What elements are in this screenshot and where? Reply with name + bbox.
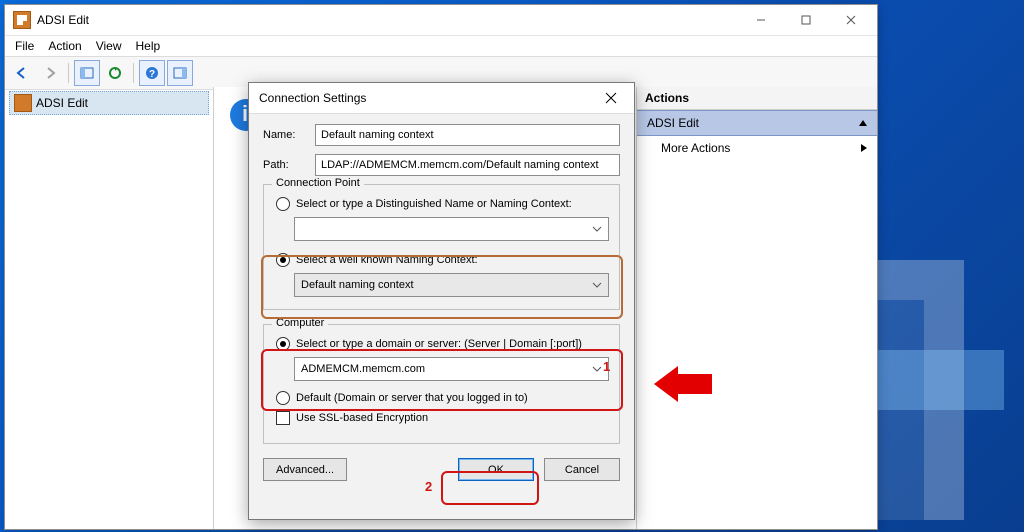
tree-root-adsi-edit[interactable]: ADSI Edit bbox=[9, 91, 209, 115]
cp-wellknown-combo[interactable]: Default naming context bbox=[294, 273, 609, 297]
show-hide-tree-button[interactable] bbox=[74, 60, 100, 86]
connection-settings-dialog: Connection Settings Name: Default naming… bbox=[248, 82, 635, 520]
tree-root-label: ADSI Edit bbox=[36, 96, 88, 110]
name-field[interactable]: Default naming context bbox=[315, 124, 620, 146]
toolbar-separator bbox=[133, 63, 134, 83]
forward-button[interactable] bbox=[37, 60, 63, 86]
actions-header: Actions bbox=[637, 87, 877, 110]
computer-legend: Computer bbox=[272, 317, 328, 329]
chevron-down-icon bbox=[590, 278, 604, 292]
toolbar-separator bbox=[68, 63, 69, 83]
computer-server-combo[interactable]: ADMEMCM.memcm.com bbox=[294, 357, 609, 381]
help-button[interactable]: ? bbox=[139, 60, 165, 86]
computer-group: Computer Select or type a domain or serv… bbox=[263, 324, 620, 444]
connection-point-group: Connection Point Select or type a Distin… bbox=[263, 184, 620, 310]
window-title: ADSI Edit bbox=[37, 13, 738, 27]
menu-action[interactable]: Action bbox=[48, 39, 81, 53]
menu-view[interactable]: View bbox=[96, 39, 122, 53]
menubar: File Action View Help bbox=[5, 36, 877, 56]
cp-radio-dn[interactable]: Select or type a Distinguished Name or N… bbox=[276, 197, 609, 211]
adsi-edit-icon bbox=[14, 94, 32, 112]
adsi-edit-icon bbox=[13, 11, 31, 29]
advanced-button[interactable]: Advanced... bbox=[263, 458, 347, 481]
ssl-checkbox-row[interactable]: Use SSL-based Encryption bbox=[276, 411, 609, 425]
svg-text:?: ? bbox=[149, 69, 155, 80]
cancel-button[interactable]: Cancel bbox=[544, 458, 620, 481]
actions-item-adsi-edit[interactable]: ADSI Edit bbox=[637, 110, 877, 136]
tree-pane[interactable]: ADSI Edit bbox=[5, 87, 214, 529]
refresh-button[interactable] bbox=[102, 60, 128, 86]
name-label: Name: bbox=[263, 129, 307, 141]
actions-pane: Actions ADSI Edit More Actions bbox=[636, 87, 877, 529]
path-field[interactable]: LDAP://ADMEMCM.memcm.com/Default naming … bbox=[315, 154, 620, 176]
show-hide-action-pane-button[interactable] bbox=[167, 60, 193, 86]
radio-icon bbox=[276, 337, 290, 351]
radio-icon bbox=[276, 391, 290, 405]
dialog-titlebar[interactable]: Connection Settings bbox=[249, 83, 634, 114]
computer-radio-default[interactable]: Default (Domain or server that you logge… bbox=[276, 391, 609, 405]
dialog-title: Connection Settings bbox=[259, 91, 366, 105]
chevron-down-icon bbox=[590, 222, 604, 236]
computer-radio-server[interactable]: Select or type a domain or server: (Serv… bbox=[276, 337, 609, 351]
titlebar[interactable]: ADSI Edit bbox=[5, 5, 877, 36]
actions-item-more[interactable]: More Actions bbox=[637, 136, 877, 160]
radio-icon bbox=[276, 197, 290, 211]
checkbox-icon bbox=[276, 411, 290, 425]
back-button[interactable] bbox=[9, 60, 35, 86]
menu-file[interactable]: File bbox=[15, 39, 34, 53]
collapse-icon bbox=[859, 120, 867, 126]
maximize-button[interactable] bbox=[783, 6, 828, 34]
cp-dn-combo[interactable] bbox=[294, 217, 609, 241]
close-button[interactable] bbox=[828, 6, 873, 34]
path-label: Path: bbox=[263, 159, 307, 171]
cp-radio-wellknown[interactable]: Select a well known Naming Context: bbox=[276, 253, 609, 267]
chevron-down-icon bbox=[590, 362, 604, 376]
ok-button[interactable]: OK bbox=[458, 458, 534, 481]
minimize-button[interactable] bbox=[738, 6, 783, 34]
dialog-close-button[interactable] bbox=[598, 85, 624, 111]
radio-icon bbox=[276, 253, 290, 267]
submenu-icon bbox=[861, 144, 867, 152]
menu-help[interactable]: Help bbox=[136, 39, 161, 53]
connection-point-legend: Connection Point bbox=[272, 177, 364, 189]
